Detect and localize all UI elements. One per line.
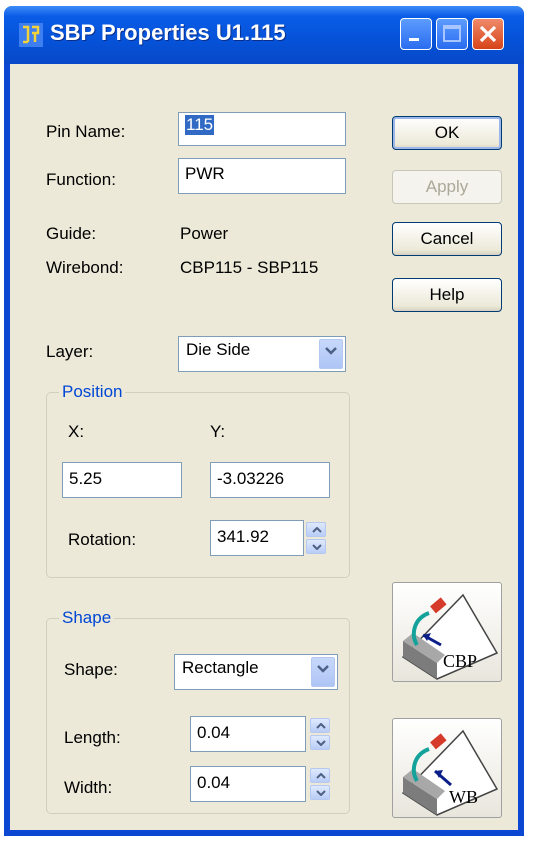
chevron-down-icon[interactable] <box>311 657 335 687</box>
wirebond-label: Wirebond: <box>46 258 124 277</box>
layer-dropdown[interactable]: Die Side <box>178 336 346 372</box>
wirebond-icon: WB <box>401 729 499 816</box>
layer-label: Layer: <box>46 342 94 361</box>
guide-value: Power <box>180 224 229 243</box>
function-label: Function: <box>46 170 116 189</box>
spin-up-icon[interactable] <box>306 522 326 537</box>
help-button[interactable]: Help <box>392 278 502 312</box>
shape-dropdown[interactable]: Rectangle <box>174 654 338 690</box>
shape-value: Rectangle <box>182 658 259 677</box>
cbp-label: CBP <box>443 651 477 671</box>
spin-down-icon[interactable] <box>306 539 326 554</box>
y-field[interactable]: -3.03226 <box>210 462 330 498</box>
wb-button[interactable]: WB <box>392 718 502 818</box>
guide-label: Guide: <box>46 224 97 243</box>
wirebond-value: CBP115 - SBP115 <box>180 258 319 277</box>
apply-button[interactable]: Apply <box>392 170 502 204</box>
pin-name-value: 115 <box>185 115 215 135</box>
length-label: Length: <box>64 728 121 747</box>
wb-label: WB <box>449 787 478 807</box>
spin-down-icon[interactable] <box>310 735 330 750</box>
x-field[interactable]: 5.25 <box>62 462 182 498</box>
pin-name-field[interactable]: 115 <box>178 112 346 146</box>
dialog-window: SBP Properties U1.115 Pin Name: 115 Func… <box>4 6 524 836</box>
spin-up-icon[interactable] <box>310 718 330 733</box>
width-label: Width: <box>64 778 113 797</box>
x-label: X: <box>68 422 85 441</box>
rotation-field[interactable]: 341.92 <box>210 520 304 556</box>
rotation-label: Rotation: <box>68 530 137 549</box>
width-field[interactable]: 0.04 <box>190 766 306 802</box>
layer-value: Die Side <box>186 340 251 359</box>
ok-button[interactable]: OK <box>392 116 502 150</box>
spin-down-icon[interactable] <box>310 785 330 800</box>
window-title: SBP Properties U1.115 <box>50 20 286 45</box>
minimize-button[interactable] <box>400 18 432 50</box>
dialog-body: Pin Name: 115 Function: PWR Guide: Power… <box>10 64 518 830</box>
minimize-icon <box>409 38 419 41</box>
maximize-button[interactable] <box>436 18 468 50</box>
close-icon <box>479 25 497 43</box>
pin-name-label: Pin Name: <box>46 122 126 141</box>
cancel-button[interactable]: Cancel <box>392 222 502 256</box>
position-group-title: Position <box>59 382 126 402</box>
shape-label: Shape: <box>64 660 118 679</box>
length-field[interactable]: 0.04 <box>190 716 306 752</box>
bond-pad-icon: CBP <box>401 593 499 680</box>
function-field[interactable]: PWR <box>178 158 346 194</box>
title-bar[interactable]: SBP Properties U1.115 <box>4 6 524 64</box>
cbp-button[interactable]: CBP <box>392 582 502 682</box>
maximize-icon <box>443 25 461 42</box>
shape-group-title: Shape <box>59 608 115 628</box>
y-label: Y: <box>210 422 226 441</box>
close-button[interactable] <box>472 18 504 50</box>
pin-app-icon <box>19 23 43 47</box>
chevron-down-icon[interactable] <box>319 339 343 369</box>
spin-up-icon[interactable] <box>310 768 330 783</box>
